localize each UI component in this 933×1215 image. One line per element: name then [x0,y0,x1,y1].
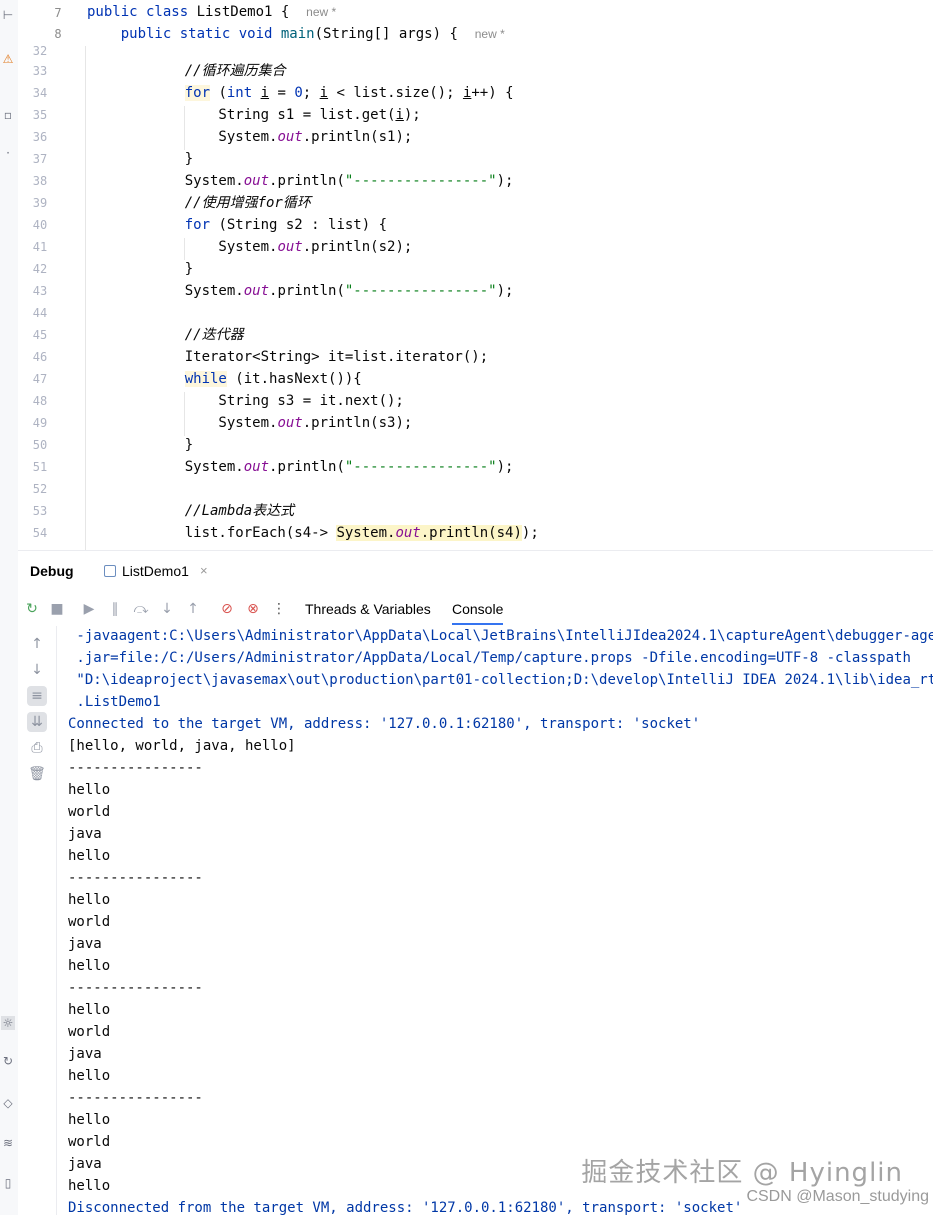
console-line: hello [68,1112,111,1128]
trash-icon[interactable]: 🗑 [27,764,47,784]
run-tool-icon[interactable]: ↻ [1,1054,15,1068]
console-line: hello [68,958,111,974]
code-line[interactable]: 46 Iterator<String> it=list.iterator(); [18,346,933,368]
console-line: ---------------- [68,980,203,996]
inlay-hint: new * [306,5,337,19]
view-breakpoints-icon[interactable]: ⊘ [218,600,236,618]
up-arrow-icon[interactable]: ↑ [27,634,47,654]
down-arrow-icon[interactable]: ↓ [27,660,47,680]
console-line: hello [68,1178,111,1194]
inlay-hint: new * [474,27,505,41]
structure-icon[interactable]: ⚠ [1,52,15,66]
resume-icon[interactable]: ▶ [80,600,98,618]
console-line: world [68,804,111,820]
debug-toolbar: ↻ ■ ▶ ∥ ⤼ ↓ ↑ ⊘ ⊗ ⋮ Threads & Variables … [18,592,933,626]
rerun-icon[interactable]: ↻ [23,600,41,618]
pause-icon[interactable]: ∥ [106,600,124,618]
code-line[interactable]: 48 String s3 = it.next(); [18,390,933,412]
line-number: 8 [54,27,62,41]
code-line[interactable]: 36 System.out.println(s1); [18,126,933,148]
code-line[interactable]: 40 for (String s2 : list) { [18,214,933,236]
console-output[interactable]: -javaagent:C:\Users\Administrator\AppDat… [57,626,933,1215]
code-line[interactable]: 42 } [18,258,933,280]
collapse-icon[interactable]: ⊢ [1,8,15,22]
step-out-icon[interactable]: ↑ [184,600,202,618]
comment: //循环遍历集合 [151,63,286,79]
code-line[interactable]: 52 [18,478,933,500]
code-line[interactable]: 50 } [18,434,933,456]
more-icon[interactable]: ⋮ [270,600,288,618]
console-line: hello [68,1068,111,1084]
code-line[interactable]: 41 System.out.println(s2); [18,236,933,258]
console-line: world [68,1024,111,1040]
code-line[interactable]: 33 //循环遍历集合 [18,60,933,82]
comment: //使用增强for循环 [151,195,311,211]
comment: //Lambda表达式 [151,503,295,519]
session-tab[interactable]: ListDemo1 [104,563,189,579]
line-number: 7 [54,6,62,20]
sticky-method-line[interactable]: public static void main(String[] args) {… [87,23,505,45]
console-line: "D:\ideaproject\javasemax\out\production… [68,672,933,688]
console-line: ---------------- [68,1090,203,1106]
watermark-juejin: 掘金技术社区 @ Hyinglin [581,1158,903,1188]
code-line[interactable]: 35 String s1 = list.get(i); [18,104,933,126]
code-line[interactable]: 54 list.forEach(s4-> System.out.println(… [18,522,933,544]
debug-tool-icon[interactable]: ☼ [1,1016,15,1030]
console-line: java [68,1156,102,1172]
console-line: java [68,826,102,842]
soft-wrap-icon[interactable]: ≡ [27,686,47,706]
console-line: hello [68,782,111,798]
console-line: ---------------- [68,760,203,776]
code-editor[interactable]: 32 33 //循环遍历集合 34 for (int i = 0; i < li… [18,46,933,550]
tab-threads-variables[interactable]: Threads & Variables [305,601,431,617]
comment: //迭代器 [151,327,244,343]
console-line: hello [68,1002,111,1018]
tab-console[interactable]: Console [452,601,504,625]
bookmarks-icon[interactable]: ▫ [1,108,15,122]
layers-icon[interactable]: ≋ [1,1136,15,1150]
console-line: ---------------- [68,870,203,886]
sticky-lines-header: 7 public class ListDemo1 { new * 8 publi… [18,0,933,47]
step-over-icon[interactable]: ⤼ [132,600,150,618]
console-line: hello [68,892,111,908]
code-line[interactable]: 47 while (it.hasNext()){ [18,368,933,390]
code-line[interactable]: 37 } [18,148,933,170]
console-line: Connected to the target VM, address: '12… [68,716,701,732]
console-line: .ListDemo1 [68,694,161,710]
java-file-icon [104,565,116,577]
code-line[interactable]: 34 for (int i = 0; i < list.size(); i++)… [18,82,933,104]
console-line: hello [68,848,111,864]
dots-icon[interactable]: · [1,146,15,160]
sticky-class-line[interactable]: public class ListDemo1 { new * [87,1,336,23]
left-tool-strip: ⊢ ⚠ ▫ · ☼ ↻ ◇ ≋ ▯ [0,0,19,1215]
console-line: [hello, world, java, hello] [68,738,296,754]
console-line: world [68,1134,111,1150]
code-line[interactable]: 45 //迭代器 [18,324,933,346]
code-line[interactable]: 49 System.out.println(s3); [18,412,933,434]
scroll-to-end-icon[interactable]: ⇊ [27,712,47,732]
step-into-icon[interactable]: ↓ [158,600,176,618]
console-line: .jar=file:/C:/Users/Administrator/AppDat… [68,650,911,666]
debug-tool-window-header: Debug ListDemo1 × [18,550,933,593]
code-line[interactable]: 43 System.out.println("----------------"… [18,280,933,302]
stop-icon[interactable]: ■ [48,600,66,618]
console-line: Disconnected from the target VM, address… [68,1200,743,1215]
code-line[interactable]: 38 System.out.println("----------------"… [18,170,933,192]
debug-title: Debug [30,563,74,579]
code-line[interactable]: 44 [18,302,933,324]
console-line: java [68,1046,102,1062]
watermark-csdn: CSDN @Mason_studying [746,1188,929,1205]
code-line[interactable]: 53 //Lambda表达式 [18,500,933,522]
console-line: world [68,914,111,930]
services-icon[interactable]: ◇ [1,1096,15,1110]
code-line[interactable]: 51 System.out.println("----------------"… [18,456,933,478]
code-line[interactable]: 39 //使用增强for循环 [18,192,933,214]
mute-breakpoints-icon[interactable]: ⊗ [244,600,262,618]
close-icon[interactable]: × [200,563,208,578]
console-side-toolbar: ↑ ↓ ≡ ⇊ ⎙ 🗑 [18,626,57,1215]
terminal-icon[interactable]: ▯ [1,1176,15,1190]
print-icon[interactable]: ⎙ [27,738,47,758]
console-line: java [68,936,102,952]
console-line: -javaagent:C:\Users\Administrator\AppDat… [68,628,933,644]
